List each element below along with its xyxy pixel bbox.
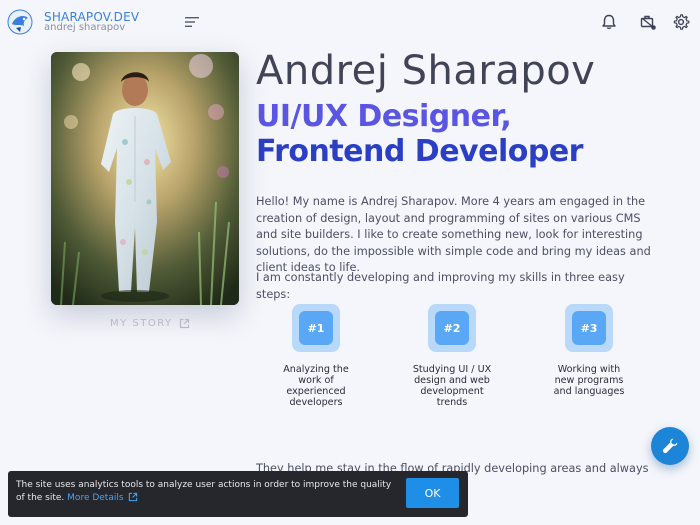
step-label: Studying UI / UX design and web developm…: [412, 364, 492, 408]
logo-icon[interactable]: [6, 8, 34, 36]
step-number: #1: [299, 311, 333, 345]
gear-icon[interactable]: [672, 13, 690, 31]
step-2: #2 Studying UI / UX design and web devel…: [412, 304, 492, 408]
briefcase-badge-icon[interactable]: [639, 13, 657, 31]
bell-icon[interactable]: [600, 13, 618, 31]
step-1: #1 Analyzing the work of experienced dev…: [276, 304, 356, 408]
page-title: Andrej Sharapov: [256, 48, 596, 94]
brand-subtitle: andrej sharapov: [44, 22, 126, 33]
step-badge: #3: [565, 304, 613, 352]
step-number: #3: [572, 311, 606, 345]
cookie-ok-button[interactable]: OK: [406, 478, 459, 508]
my-story-link[interactable]: MY STORY: [110, 318, 190, 329]
step-label: Analyzing the work of experienced develo…: [283, 364, 349, 408]
cookie-banner: The site uses analytics tools to analyze…: [8, 471, 468, 517]
role-line-2: Frontend Developer: [256, 134, 583, 169]
step-3: #3 Working with new programs and languag…: [549, 304, 629, 397]
tools-button[interactable]: [651, 427, 689, 465]
site-header: SHARAPOV.DEV andrej sharapov: [0, 0, 700, 46]
about-paragraph: Hello! My name is Andrej Sharapov. More …: [256, 195, 651, 274]
step-badge: #2: [428, 304, 476, 352]
profile-photo-illustration: [51, 52, 239, 305]
my-story-label: MY STORY: [110, 318, 173, 329]
wrench-icon: [662, 438, 678, 454]
step-number: #2: [435, 311, 469, 345]
external-link-icon: [179, 318, 189, 329]
more-details-link[interactable]: More Details: [67, 492, 137, 503]
more-details-label: More Details: [67, 493, 124, 503]
menu-icon[interactable]: [184, 14, 200, 30]
profile-photo: [51, 52, 239, 305]
cookie-text-block: The site uses analytics tools to analyze…: [16, 479, 396, 505]
step-label: Working with new programs and languages: [553, 364, 625, 397]
step-badge: #1: [292, 304, 340, 352]
external-link-icon: [128, 492, 137, 502]
steps-intro: I am constantly developing and improving…: [256, 271, 625, 301]
role-line-1: UI/UX Designer,: [256, 99, 512, 134]
